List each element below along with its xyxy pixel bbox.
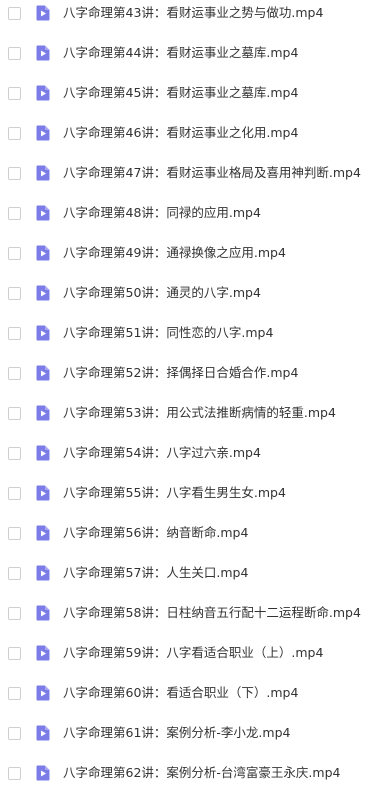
video-file-icon	[34, 124, 52, 142]
file-row[interactable]: 八字命理第62讲：案例分析-台湾富豪王永庆.mp4	[0, 753, 392, 793]
file-name[interactable]: 八字命理第51讲：同性恋的八字.mp4	[63, 325, 273, 341]
file-row[interactable]: 八字命理第53讲：用公式法推断病情的轻重.mp4	[0, 393, 392, 433]
row-checkbox[interactable]	[8, 86, 21, 100]
file-row[interactable]: 八字命理第48讲：同禄的应用.mp4	[0, 193, 392, 233]
video-file-icon	[34, 164, 52, 182]
row-checkbox[interactable]	[8, 766, 21, 780]
file-name[interactable]: 八字命理第59讲：八字看适合职业（上）.mp4	[63, 645, 323, 661]
file-name[interactable]: 八字命理第54讲：八字过六亲.mp4	[63, 445, 261, 461]
row-checkbox[interactable]	[8, 646, 21, 660]
video-file-icon	[34, 44, 52, 62]
video-file-icon	[34, 724, 52, 742]
file-name[interactable]: 八字命理第44讲：看财运事业之墓库.mp4	[63, 45, 298, 61]
row-checkbox[interactable]	[8, 566, 21, 580]
row-checkbox[interactable]	[8, 446, 21, 460]
file-row[interactable]: 八字命理第50讲：通灵的八字.mp4	[0, 273, 392, 313]
file-name[interactable]: 八字命理第53讲：用公式法推断病情的轻重.mp4	[63, 405, 336, 421]
file-list: 八字命理第43讲：看财运事业之势与做功.mp4 八字命理第44讲：看财运事业之墓库…	[0, 0, 392, 799]
video-file-icon	[34, 644, 52, 662]
file-row[interactable]: 八字命理第56讲：纳音断命.mp4	[0, 513, 392, 553]
file-row[interactable]: 八字命理第45讲：看财运事业之墓库.mp4	[0, 73, 392, 113]
row-checkbox[interactable]	[8, 726, 21, 740]
video-file-icon	[34, 84, 52, 102]
video-file-icon	[34, 364, 52, 382]
row-checkbox[interactable]	[8, 486, 21, 500]
file-row[interactable]: 八字命理第61讲：案例分析-李小龙.mp4	[0, 713, 392, 753]
file-row[interactable]: 八字命理第52讲：择偶择日合婚合作.mp4	[0, 353, 392, 393]
file-row[interactable]: 八字命理第54讲：八字过六亲.mp4	[0, 433, 392, 473]
row-checkbox[interactable]	[8, 246, 21, 260]
file-row[interactable]: 八字命理第44讲：看财运事业之墓库.mp4	[0, 33, 392, 73]
row-checkbox[interactable]	[8, 366, 21, 380]
file-row[interactable]: 八字命理第49讲：通禄换像之应用.mp4	[0, 233, 392, 273]
file-name[interactable]: 八字命理第48讲：同禄的应用.mp4	[63, 205, 261, 221]
video-file-icon	[34, 404, 52, 422]
video-file-icon	[34, 244, 52, 262]
video-file-icon	[34, 524, 52, 542]
row-checkbox[interactable]	[8, 46, 21, 60]
row-checkbox[interactable]	[8, 686, 21, 700]
row-checkbox[interactable]	[8, 606, 21, 620]
file-row[interactable]: 八字命理第47讲：看财运事业格局及喜用神判断.mp4	[0, 153, 392, 193]
file-row[interactable]: 八字命理第43讲：看财运事业之势与做功.mp4	[0, 0, 392, 33]
video-file-icon	[34, 484, 52, 502]
file-name[interactable]: 八字命理第57讲：人生关口.mp4	[63, 565, 248, 581]
file-name[interactable]: 八字命理第52讲：择偶择日合婚合作.mp4	[63, 365, 298, 381]
file-row[interactable]: 八字命理第60讲：看适合职业（下）.mp4	[0, 673, 392, 713]
file-row[interactable]: 八字命理第51讲：同性恋的八字.mp4	[0, 313, 392, 353]
video-file-icon	[34, 564, 52, 582]
file-row[interactable]: 八字命理第55讲：八字看生男生女.mp4	[0, 473, 392, 513]
file-row[interactable]: 八字命理第58讲：日柱纳音五行配十二运程断命.mp4	[0, 593, 392, 633]
video-file-icon	[34, 764, 52, 782]
file-name[interactable]: 八字命理第62讲：案例分析-台湾富豪王永庆.mp4	[63, 765, 340, 781]
file-name[interactable]: 八字命理第58讲：日柱纳音五行配十二运程断命.mp4	[63, 605, 361, 621]
row-checkbox[interactable]	[8, 206, 21, 220]
file-name[interactable]: 八字命理第46讲：看财运事业之化用.mp4	[63, 125, 298, 141]
row-checkbox[interactable]	[8, 526, 21, 540]
row-checkbox[interactable]	[8, 286, 21, 300]
row-checkbox[interactable]	[8, 326, 21, 340]
file-name[interactable]: 八字命理第61讲：案例分析-李小龙.mp4	[63, 725, 290, 741]
row-checkbox[interactable]	[8, 126, 21, 140]
video-file-icon	[34, 4, 52, 22]
row-checkbox[interactable]	[8, 406, 21, 420]
file-row[interactable]: 八字命理第59讲：八字看适合职业（上）.mp4	[0, 633, 392, 673]
file-row[interactable]: 八字命理第46讲：看财运事业之化用.mp4	[0, 113, 392, 153]
file-name[interactable]: 八字命理第60讲：看适合职业（下）.mp4	[63, 685, 298, 701]
file-name[interactable]: 八字命理第45讲：看财运事业之墓库.mp4	[63, 85, 298, 101]
file-name[interactable]: 八字命理第47讲：看财运事业格局及喜用神判断.mp4	[63, 165, 361, 181]
video-file-icon	[34, 444, 52, 462]
video-file-icon	[34, 284, 52, 302]
video-file-icon	[34, 324, 52, 342]
file-name[interactable]: 八字命理第50讲：通灵的八字.mp4	[63, 285, 261, 301]
video-file-icon	[34, 684, 52, 702]
file-name[interactable]: 八字命理第56讲：纳音断命.mp4	[63, 525, 248, 541]
video-file-icon	[34, 204, 52, 222]
file-name[interactable]: 八字命理第43讲：看财运事业之势与做功.mp4	[63, 5, 323, 21]
row-checkbox[interactable]	[8, 166, 21, 180]
file-name[interactable]: 八字命理第49讲：通禄换像之应用.mp4	[63, 245, 286, 261]
file-row[interactable]: 八字命理第57讲：人生关口.mp4	[0, 553, 392, 593]
file-name[interactable]: 八字命理第55讲：八字看生男生女.mp4	[63, 485, 286, 501]
row-checkbox[interactable]	[8, 6, 21, 20]
video-file-icon	[34, 604, 52, 622]
